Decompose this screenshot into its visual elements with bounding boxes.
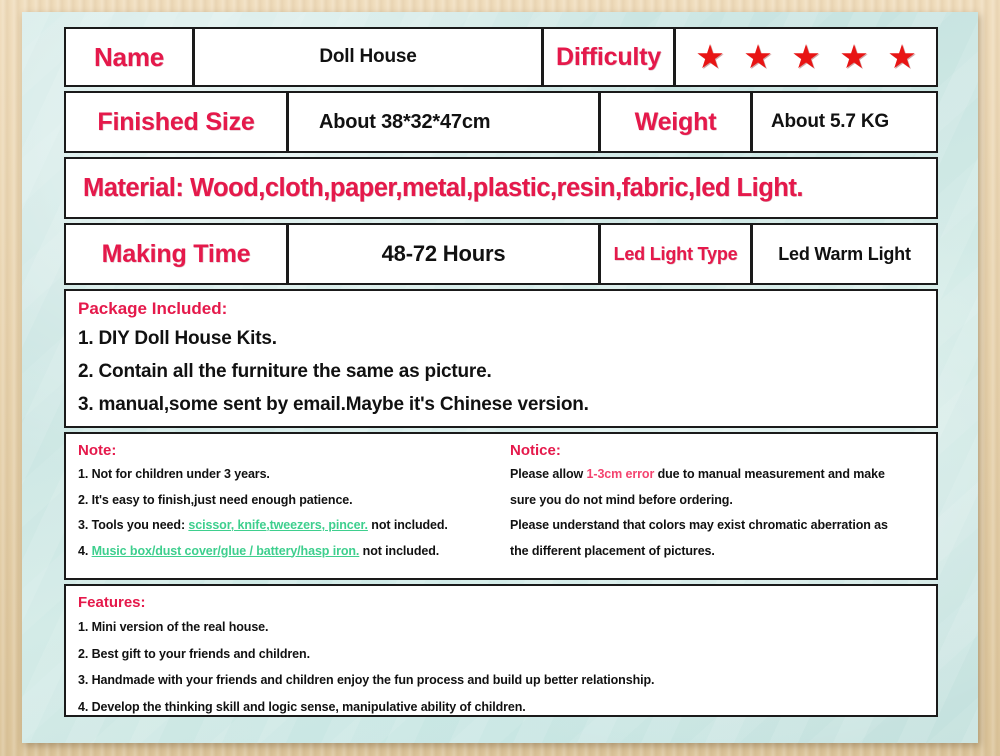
package-list-item: 3. manual,some sent by email.Maybe it's …: [78, 394, 589, 415]
package-list-item: 2. Contain all the furniture the same as…: [78, 361, 492, 382]
spec-row-finished-size: Finished Size About 38*32*47cm Weight Ab…: [64, 91, 938, 153]
finished-size-label: Finished Size: [97, 107, 255, 136]
note-item4-suffix: not included.: [359, 543, 440, 558]
notice-column: Notice: Please allow 1-3cm error due to …: [502, 434, 936, 578]
weight-value-cell: About 5.7 KG: [753, 93, 936, 151]
feature-list-item: 2. Best gift to your friends and childre…: [78, 646, 310, 661]
note-title: Note:: [78, 442, 117, 459]
note-list-item: 4. Music box/dust cover/glue / battery/h…: [78, 543, 502, 558]
led-light-type-value: Led Warm Light: [778, 243, 911, 264]
star-icon: ★: [743, 38, 773, 75]
features-title: Features:: [78, 594, 146, 611]
note-item3-tools-highlight: scissor, knife,tweezers, pincer.: [188, 518, 368, 532]
feature-list-item: 1. Mini version of the real house.: [78, 620, 269, 634]
finished-size-value-cell: About 38*32*47cm: [289, 93, 601, 151]
spec-row-material: Material: Wood,cloth,paper,metal,plastic…: [64, 157, 938, 219]
led-light-type-value-cell: Led Warm Light: [753, 225, 936, 283]
note-item4-accessories-highlight: Music box/dust cover/glue / battery/hasp…: [91, 543, 360, 558]
product-specification-sheet: Name Doll House Difficulty ★ ★ ★ ★ ★ Fin…: [64, 27, 938, 723]
note-column: Note: 1. Not for children under 3 years.…: [66, 434, 502, 578]
name-value: Doll House: [319, 46, 417, 67]
features-section: Features: 1. Mini version of the real ho…: [64, 584, 938, 717]
star-icon: ★: [839, 38, 869, 75]
note-item3-prefix: 3. Tools you need:: [78, 518, 189, 532]
led-light-type-label-cell: Led Light Type: [601, 225, 753, 283]
notice-line: Please understand that colors may exist …: [510, 518, 888, 532]
weight-label-cell: Weight: [601, 93, 753, 151]
name-value-cell: Doll House: [195, 29, 544, 85]
difficulty-label: Difficulty: [556, 42, 661, 71]
difficulty-star-rating: ★ ★ ★ ★ ★: [676, 29, 936, 85]
note-list-item: 2. It's easy to finish,just need enough …: [78, 492, 353, 507]
finished-size-value: About 38*32*47cm: [319, 110, 491, 133]
material-line: Material: Wood,cloth,paper,metal,plastic…: [83, 173, 803, 202]
note-list-item: 3. Tools you need: scissor, knife,tweeze…: [78, 519, 502, 532]
difficulty-label-cell: Difficulty: [544, 29, 676, 85]
star-icon: ★: [887, 38, 917, 75]
package-included-section: Package Included: 1. DIY Doll House Kits…: [64, 289, 938, 428]
notice-line: the different placement of pictures.: [510, 543, 715, 558]
notice-title: Notice:: [510, 442, 561, 459]
notice-line1-prefix: Please allow: [510, 467, 587, 481]
note-item3-suffix: not included.: [367, 518, 448, 532]
note-item4-prefix: 4.: [78, 543, 92, 558]
making-time-value: 48-72 Hours: [381, 241, 506, 266]
finished-size-label-cell: Finished Size: [66, 93, 289, 151]
name-label-cell: Name: [66, 29, 195, 85]
making-time-label: Making Time: [101, 239, 251, 268]
name-label: Name: [93, 41, 164, 72]
note-and-notice-section: Note: 1. Not for children under 3 years.…: [64, 432, 938, 580]
led-light-type-label: Led Light Type: [613, 243, 738, 264]
feature-list-item: 3. Handmade with your friends and childr…: [78, 673, 655, 687]
feature-list-item: 4. Develop the thinking skill and logic …: [78, 699, 526, 714]
spec-row-name: Name Doll House Difficulty ★ ★ ★ ★ ★: [64, 27, 938, 87]
package-included-title: Package Included:: [78, 299, 228, 318]
weight-value: About 5.7 KG: [771, 111, 889, 132]
package-list-item: 1. DIY Doll House Kits.: [78, 328, 277, 349]
spec-row-making-time: Making Time 48-72 Hours Led Light Type L…: [64, 223, 938, 285]
making-time-value-cell: 48-72 Hours: [289, 225, 601, 283]
weight-label: Weight: [634, 107, 717, 136]
making-time-label-cell: Making Time: [66, 225, 289, 283]
star-icon: ★: [695, 38, 725, 75]
star-icon: ★: [791, 38, 821, 75]
notice-line1-suffix: due to manual measurement and make: [654, 467, 885, 481]
notice-line: Please allow 1-3cm error due to manual m…: [510, 468, 936, 481]
notice-line: sure you do not mind before ordering.: [510, 492, 733, 507]
notice-error-highlight: 1-3cm error: [586, 467, 655, 481]
note-list-item: 1. Not for children under 3 years.: [78, 467, 270, 481]
